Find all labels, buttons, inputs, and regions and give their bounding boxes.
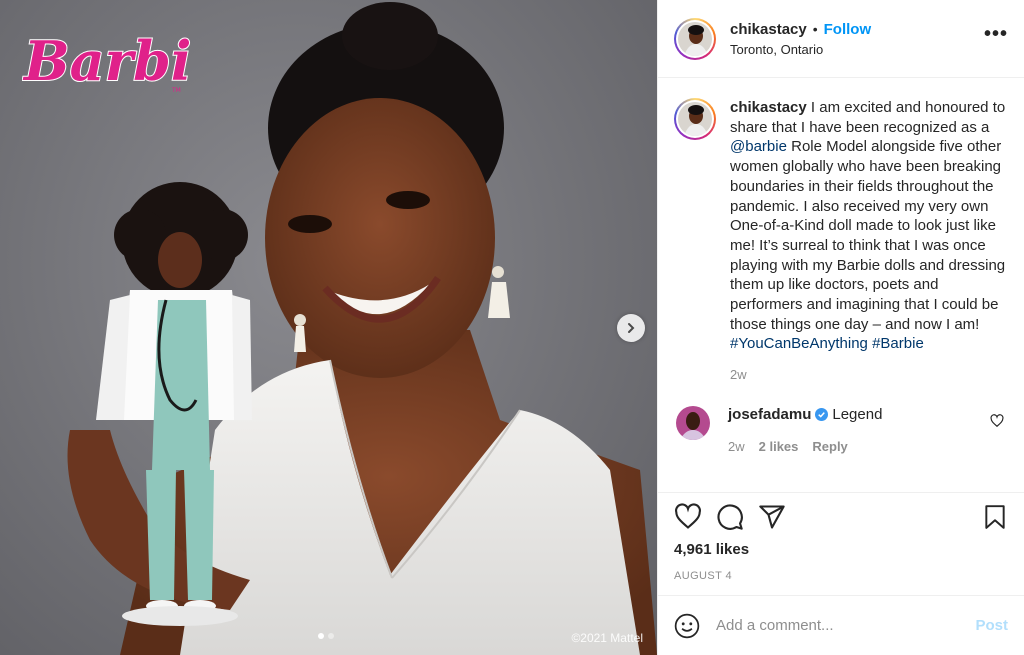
chevron-right-icon: [628, 323, 635, 333]
post-photo: [67, 2, 657, 655]
avatar-image: [678, 21, 712, 56]
avatar-image: [678, 102, 712, 136]
commenter-username[interactable]: josefadamu: [728, 406, 811, 423]
post-header: chikastacy • Follow Toronto, Ontario •••: [658, 0, 1024, 78]
hashtag-link[interactable]: #YouCanBeAnything: [730, 335, 868, 352]
caption-text: chikastacy I am excited and honoured to …: [730, 98, 1015, 354]
comment-input[interactable]: [716, 617, 976, 634]
next-slide-button[interactable]: [617, 314, 645, 342]
comment-heart-icon[interactable]: [990, 414, 1004, 428]
bookmark-icon[interactable]: [982, 503, 1008, 531]
heart-icon[interactable]: [674, 503, 702, 531]
carousel-indicator: [318, 633, 334, 639]
emoji-icon[interactable]: [674, 613, 700, 639]
action-bar: 4,961 likes AUGUST 4: [658, 492, 1024, 595]
likes-count[interactable]: 4,961 likes: [674, 541, 1008, 558]
caption-username[interactable]: chikastacy: [730, 99, 807, 116]
author-username[interactable]: chikastacy: [730, 21, 807, 38]
post-location[interactable]: Toronto, Ontario: [730, 42, 984, 57]
commenter-avatar[interactable]: [676, 406, 710, 441]
mention-link[interactable]: @barbie: [730, 138, 787, 155]
caption-text-part2: Role Model alongside five other women gl…: [730, 138, 1006, 333]
comment-item: josefadamu Legend 2w 2 likes Reply: [674, 406, 1008, 454]
caption: chikastacy I am excited and honoured to …: [674, 98, 1008, 382]
comments-section[interactable]: chikastacy I am excited and honoured to …: [658, 78, 1024, 492]
post-comment-button[interactable]: Post: [975, 617, 1008, 634]
more-icon[interactable]: •••: [984, 23, 1008, 46]
comment-likes[interactable]: 2 likes: [759, 439, 799, 454]
hashtag-link[interactable]: #Barbie: [872, 335, 924, 352]
svg-text:TM: TM: [171, 87, 181, 94]
post-date[interactable]: AUGUST 4: [674, 570, 1008, 582]
comment-text: Legend: [832, 406, 883, 424]
share-icon[interactable]: [758, 503, 786, 531]
verified-icon: [815, 408, 829, 422]
caption-time[interactable]: 2w: [730, 367, 1015, 382]
instagram-post: Barbie TM ©2021 Mattel: [0, 0, 1024, 655]
post-side-panel: chikastacy • Follow Toronto, Ontario •••: [657, 0, 1024, 655]
separator-dot: •: [812, 21, 818, 37]
carousel-dot: [328, 633, 334, 639]
post-media[interactable]: Barbie TM ©2021 Mattel: [0, 0, 657, 655]
author-avatar[interactable]: [674, 17, 716, 60]
add-comment-bar: Post: [658, 595, 1024, 655]
carousel-dot-active: [318, 633, 324, 639]
caption-author-avatar[interactable]: [674, 98, 716, 140]
barbie-logo: Barbie TM: [22, 28, 192, 94]
follow-button[interactable]: Follow: [824, 21, 872, 38]
copyright-text: ©2021 Mattel: [571, 631, 643, 645]
comment-icon[interactable]: [716, 503, 744, 531]
comment-time[interactable]: 2w: [728, 439, 745, 454]
reply-button[interactable]: Reply: [812, 439, 847, 454]
svg-text:Barbie: Barbie: [22, 29, 192, 93]
